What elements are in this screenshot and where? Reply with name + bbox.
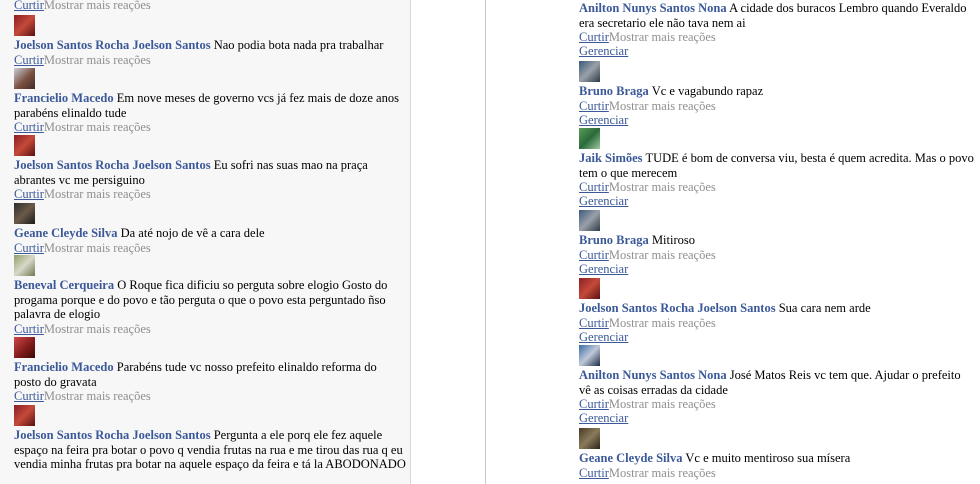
like-link[interactable]: Curtir: [14, 0, 44, 12]
comment-author[interactable]: Joelson Santos Rocha Joelson Santos: [14, 38, 211, 52]
manage-link[interactable]: Gerenciar: [579, 113, 974, 127]
comment-author[interactable]: Geane Cleyde Silva: [14, 226, 117, 240]
like-link[interactable]: Curtir: [579, 316, 609, 330]
avatar[interactable]: [579, 428, 600, 449]
more-reactions-link[interactable]: Mostrar mais reações: [609, 99, 716, 113]
like-link[interactable]: Curtir: [14, 120, 44, 134]
comment: Beneval Cerqueira O Roque fica dificiu s…: [14, 255, 406, 336]
more-reactions-link[interactable]: Mostrar mais reações: [609, 180, 716, 194]
like-link[interactable]: Curtir: [579, 397, 609, 411]
like-link[interactable]: Curtir: [14, 322, 44, 336]
comment-author[interactable]: Beneval Cerqueira: [14, 278, 114, 292]
comment: Anilton Nunys Santos Nona A cidade dos b…: [579, 1, 974, 58]
comment-author[interactable]: Francielio Macedo: [14, 360, 114, 374]
more-reactions-link[interactable]: Mostrar mais reações: [44, 53, 151, 67]
avatar[interactable]: [579, 345, 600, 366]
like-link[interactable]: Curtir: [579, 248, 609, 262]
like-link[interactable]: Curtir: [14, 53, 44, 67]
comment: Geane Cleyde Silva Da até nojo de vê a c…: [14, 203, 406, 255]
more-reactions-link[interactable]: Mostrar mais reações: [609, 30, 716, 44]
right-comment-column: Anilton Nunys Santos Nona A cidade dos b…: [486, 0, 980, 484]
avatar[interactable]: [14, 255, 35, 276]
comment-author[interactable]: Joelson Santos Rocha Joelson Santos: [14, 428, 211, 442]
manage-link[interactable]: Gerenciar: [579, 262, 974, 276]
comment: Geane Cleyde Silva Vc e muito mentiroso …: [579, 428, 974, 480]
more-reactions-link[interactable]: Mostrar mais reações: [44, 389, 151, 403]
comment-actions-partial: CurtirMostrar mais reações: [14, 0, 406, 12]
avatar[interactable]: [579, 128, 600, 149]
comment: Anilton Nunys Santos Nona José Matos Rei…: [579, 345, 974, 425]
comment-text: Da até nojo de vê a cara dele: [120, 226, 265, 240]
avatar[interactable]: [14, 337, 35, 358]
column-gutter: [411, 0, 485, 484]
manage-link[interactable]: Gerenciar: [579, 411, 974, 425]
comment: Francielio Macedo Em nove meses de gover…: [14, 68, 406, 134]
comment-text: Nao podia bota nada pra trabalhar: [213, 38, 384, 52]
manage-link[interactable]: Gerenciar: [579, 194, 974, 208]
more-reactions-link[interactable]: Mostrar mais reações: [609, 316, 716, 330]
more-reactions-link[interactable]: Mostrar mais reações: [44, 187, 151, 201]
avatar[interactable]: [579, 61, 600, 82]
like-link[interactable]: Curtir: [579, 99, 609, 113]
like-link[interactable]: Curtir: [579, 30, 609, 44]
like-link[interactable]: Curtir: [14, 187, 44, 201]
comment: Bruno Braga Mitiroso CurtirMostrar mais …: [579, 210, 974, 276]
comment-author[interactable]: Joelson Santos Rocha Joelson Santos: [579, 301, 776, 315]
comment-author[interactable]: Joelson Santos Rocha Joelson Santos: [14, 158, 211, 172]
comment-author[interactable]: Bruno Braga: [579, 233, 649, 247]
like-link[interactable]: Curtir: [579, 466, 609, 480]
avatar[interactable]: [579, 278, 600, 299]
comment: Francielio Macedo Parabéns tude vc nosso…: [14, 337, 406, 403]
avatar[interactable]: [14, 135, 35, 156]
comment-author[interactable]: Anilton Nunys Santos Nona: [579, 368, 727, 382]
comment-text: Vc e vagabundo rapaz: [651, 84, 764, 98]
comment-author[interactable]: Geane Cleyde Silva: [579, 451, 682, 465]
comment: Bruno Braga Vc e vagabundo rapaz CurtirM…: [579, 61, 974, 127]
like-link[interactable]: Curtir: [14, 389, 44, 403]
comment-author[interactable]: Francielio Macedo: [14, 91, 114, 105]
avatar[interactable]: [14, 405, 35, 426]
more-reactions-link[interactable]: Mostrar mais reações: [609, 248, 716, 262]
comment-author[interactable]: Anilton Nunys Santos Nona: [579, 1, 727, 15]
manage-link[interactable]: Gerenciar: [579, 330, 974, 344]
comment-text: Vc e muito mentiroso sua mísera: [685, 451, 851, 465]
left-comment-column: CurtirMostrar mais reações Joelson Santo…: [0, 0, 411, 484]
avatar[interactable]: [14, 68, 35, 89]
more-reactions-link[interactable]: Mostrar mais reações: [609, 466, 716, 480]
comment: Joelson Santos Rocha Joelson Santos Nao …: [14, 15, 406, 67]
like-link[interactable]: Curtir: [14, 241, 44, 255]
more-reactions-link[interactable]: Mostrar mais reações: [609, 397, 716, 411]
comment: Joelson Santos Rocha Joelson Santos Perg…: [14, 405, 406, 472]
comment: Jaik Simões TUDE é bom de conversa viu, …: [579, 128, 974, 208]
avatar[interactable]: [14, 15, 35, 36]
like-link[interactable]: Curtir: [579, 180, 609, 194]
comment-author[interactable]: Jaik Simões: [579, 151, 643, 165]
comment-text: Sua cara nem arde: [778, 301, 871, 315]
more-reactions-link[interactable]: Mostrar mais reações: [44, 0, 151, 12]
comment: Joelson Santos Rocha Joelson Santos Eu s…: [14, 135, 406, 201]
manage-link[interactable]: Gerenciar: [579, 44, 974, 58]
comment: Joelson Santos Rocha Joelson Santos Sua …: [579, 278, 974, 344]
avatar[interactable]: [14, 203, 35, 224]
comment-text: Mitiroso: [651, 233, 695, 247]
more-reactions-link[interactable]: Mostrar mais reações: [44, 322, 151, 336]
more-reactions-link[interactable]: Mostrar mais reações: [44, 241, 151, 255]
more-reactions-link[interactable]: Mostrar mais reações: [44, 120, 151, 134]
comment-author[interactable]: Bruno Braga: [579, 84, 649, 98]
avatar[interactable]: [579, 210, 600, 231]
